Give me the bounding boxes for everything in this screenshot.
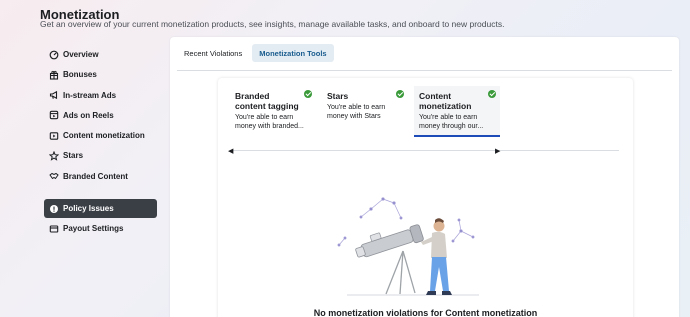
products-card: Branded content tagging You're able to e… [218,78,633,317]
tab-divider [177,70,672,71]
sidebar-item-label: Payout Settings [63,224,124,234]
product-branded-content-tagging[interactable]: Branded content tagging You're able to e… [230,86,316,137]
product-title: Content monetization [419,91,472,111]
sidebar-item-stars[interactable]: Stars [44,146,157,165]
carousel-track [232,150,619,151]
page-subtitle: Get an overview of your current monetiza… [40,19,505,29]
product-content-monetization[interactable]: Content monetization You're able to earn… [414,86,500,137]
product-description: You're able to earn money through our... [419,114,484,130]
check-icon [304,90,312,98]
sidebar-item-label: Overview [63,50,99,59]
sidebar-item-label: Policy Issues [63,204,114,214]
content-monetization-icon [49,131,59,141]
sidebar-item-overview[interactable]: Overview [44,45,157,64]
sidebar: Overview Bonuses In-stream Ads Ads on Re… [44,45,157,240]
main-panel: Recent Violations Monetization Tools Bra… [170,37,679,317]
check-icon [396,90,404,98]
empty-state-message: No monetization violations for Content m… [313,308,538,317]
sidebar-item-label: Content monetization [63,131,145,141]
product-description: You're able to earn money with Stars [327,104,386,120]
product-description: You're able to earn money with branded..… [235,114,304,130]
stars-icon [49,150,59,161]
sidebar-item-label: Stars [63,151,84,161]
sidebar-item-content-monetization[interactable]: Content monetization [44,126,157,145]
sidebar-item-payout-settings[interactable]: Payout Settings [44,219,157,238]
tab-bar: Recent Violations Monetization Tools [177,44,334,62]
sidebar-item-label: Bonuses [63,70,97,80]
product-title: Stars [327,91,349,101]
check-icon [488,90,496,98]
handshake-icon [49,171,59,181]
tab-recent-violations[interactable]: Recent Violations [177,44,249,62]
megaphone-icon [49,90,59,100]
reels-icon [49,110,59,120]
alert-icon [49,204,59,214]
sidebar-item-ads-on-reels[interactable]: Ads on Reels [44,106,157,125]
sidebar-item-label: Ads on Reels [63,110,114,120]
sidebar-item-bonuses[interactable]: Bonuses [44,65,157,84]
tab-monetization-tools[interactable]: Monetization Tools [252,44,334,62]
chevron-right-icon[interactable]: ▶ [495,147,500,155]
sidebar-item-in-stream-ads[interactable]: In-stream Ads [44,86,157,105]
sidebar-item-policy-issues[interactable]: Policy Issues [44,199,157,219]
sidebar-item-label: In-stream Ads [63,90,117,100]
sidebar-item-branded-content[interactable]: Branded Content [44,167,157,186]
bank-icon [49,224,59,234]
gift-icon [49,70,59,80]
overview-icon [49,50,59,60]
sidebar-item-label: Branded Content [63,171,128,181]
chevron-left-icon[interactable]: ◀ [228,147,233,155]
product-title: Branded content tagging [235,91,299,111]
telescope-illustration [337,197,479,296]
product-stars[interactable]: Stars You're able to earn money with Sta… [322,86,408,137]
